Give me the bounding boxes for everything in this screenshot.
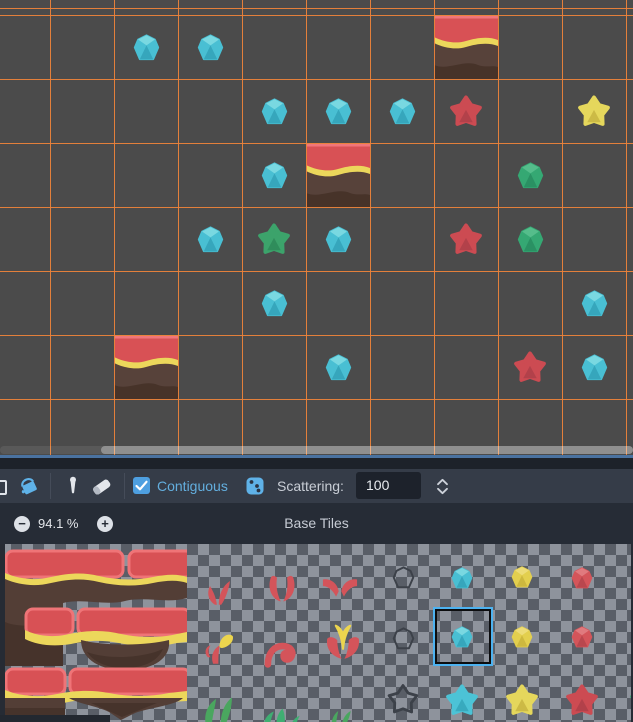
map-tile-terrain-cake [434, 15, 498, 79]
palette-tile-star-blue[interactable] [444, 682, 480, 718]
palette-tile-grass-tall-green[interactable] [196, 683, 242, 722]
horizontal-scrollbar-thumb[interactable] [101, 446, 633, 454]
map-tile-gem-blue [261, 162, 288, 189]
painted-tiles-layer [0, 0, 633, 455]
palette-tile-plant-sprout-red[interactable] [200, 571, 240, 611]
map-tile-terrain-cake [114, 335, 178, 399]
palette-tile-gem-blue[interactable] [451, 567, 473, 589]
palette-tile-grass-small-green[interactable] [322, 691, 362, 722]
checkmark-icon [133, 477, 150, 494]
tile-picker-icon[interactable] [63, 475, 83, 497]
toolbar-separator [124, 473, 125, 499]
terrain-tiles-graphic[interactable] [5, 548, 187, 720]
palette-tile-plant-v-yellow-red[interactable] [320, 620, 366, 666]
map-tile-gem-blue [389, 98, 416, 125]
selected-tile-outline [433, 607, 493, 666]
tilemap-canvas[interactable] [0, 0, 633, 455]
scattering-label: Scattering: [277, 469, 344, 503]
map-tile-gem-blue [325, 354, 352, 381]
eraser-icon[interactable] [90, 475, 112, 497]
palette-header: − 94.1 % + Base Tiles [0, 503, 633, 544]
map-tile-star-green [256, 221, 292, 257]
map-tile-star-red [448, 221, 484, 257]
palette-tile-gem-ghost[interactable] [391, 565, 416, 590]
palette-tile-gem-ghost[interactable] [391, 626, 416, 651]
palette-tile-grass-bush-green[interactable] [258, 687, 304, 722]
contiguous-label[interactable]: Contiguous [157, 469, 228, 503]
palette-tile-star-yellow[interactable] [504, 682, 540, 718]
tilemap-toolbar: Contiguous Scattering: 100 [0, 469, 633, 503]
palette-tile-gem-yellow[interactable] [511, 566, 533, 588]
map-tile-gem-blue [581, 354, 608, 381]
map-tile-terrain-cake [306, 143, 370, 207]
map-tile-gem-green [517, 162, 544, 189]
palette-tile-plant-tulip-red[interactable] [262, 569, 302, 609]
panel-gap [0, 458, 633, 469]
palette-left-edge [0, 544, 5, 722]
palette-tile-star-ghost[interactable] [385, 681, 421, 717]
scattering-input[interactable]: 100 [356, 472, 421, 499]
palette-tile-plant-wings-red[interactable] [319, 569, 361, 611]
contiguous-checkbox[interactable] [133, 477, 150, 494]
tileset-palette[interactable] [0, 544, 633, 722]
map-tile-gem-blue [197, 226, 224, 253]
map-tile-gem-blue [325, 98, 352, 125]
bucket-fill-icon[interactable] [18, 476, 39, 497]
scatter-dice-icon [246, 477, 264, 495]
spinner-arrows-icon[interactable] [436, 478, 449, 495]
palette-tile-gem-red[interactable] [571, 626, 593, 648]
palette-tile-plant-curl-red[interactable] [260, 629, 302, 671]
palette-tile-gem-yellow[interactable] [511, 626, 533, 648]
tilemap-editor: Contiguous Scattering: 100 − 94.1 % + Ba… [0, 0, 633, 722]
map-tile-star-red [448, 93, 484, 129]
palette-tile-star-red[interactable] [564, 682, 600, 718]
map-tile-gem-green [517, 226, 544, 253]
palette-tab-base-tiles[interactable]: Base Tiles [0, 503, 633, 544]
map-tile-gem-blue [581, 290, 608, 317]
map-tile-gem-blue [133, 34, 160, 61]
palette-tile-plant-leaf-yellow-red[interactable] [200, 627, 242, 669]
map-tile-gem-blue [261, 290, 288, 317]
map-tile-star-red [512, 349, 548, 385]
map-tile-gem-blue [261, 98, 288, 125]
map-tile-gem-blue [325, 226, 352, 253]
map-tile-star-yellow [576, 93, 612, 129]
toolbar-separator [50, 473, 51, 499]
palette-texture-edge [0, 715, 110, 722]
map-tile-gem-blue [197, 34, 224, 61]
rect-select-tool-icon[interactable] [0, 480, 7, 495]
palette-tile-gem-red[interactable] [571, 567, 593, 589]
